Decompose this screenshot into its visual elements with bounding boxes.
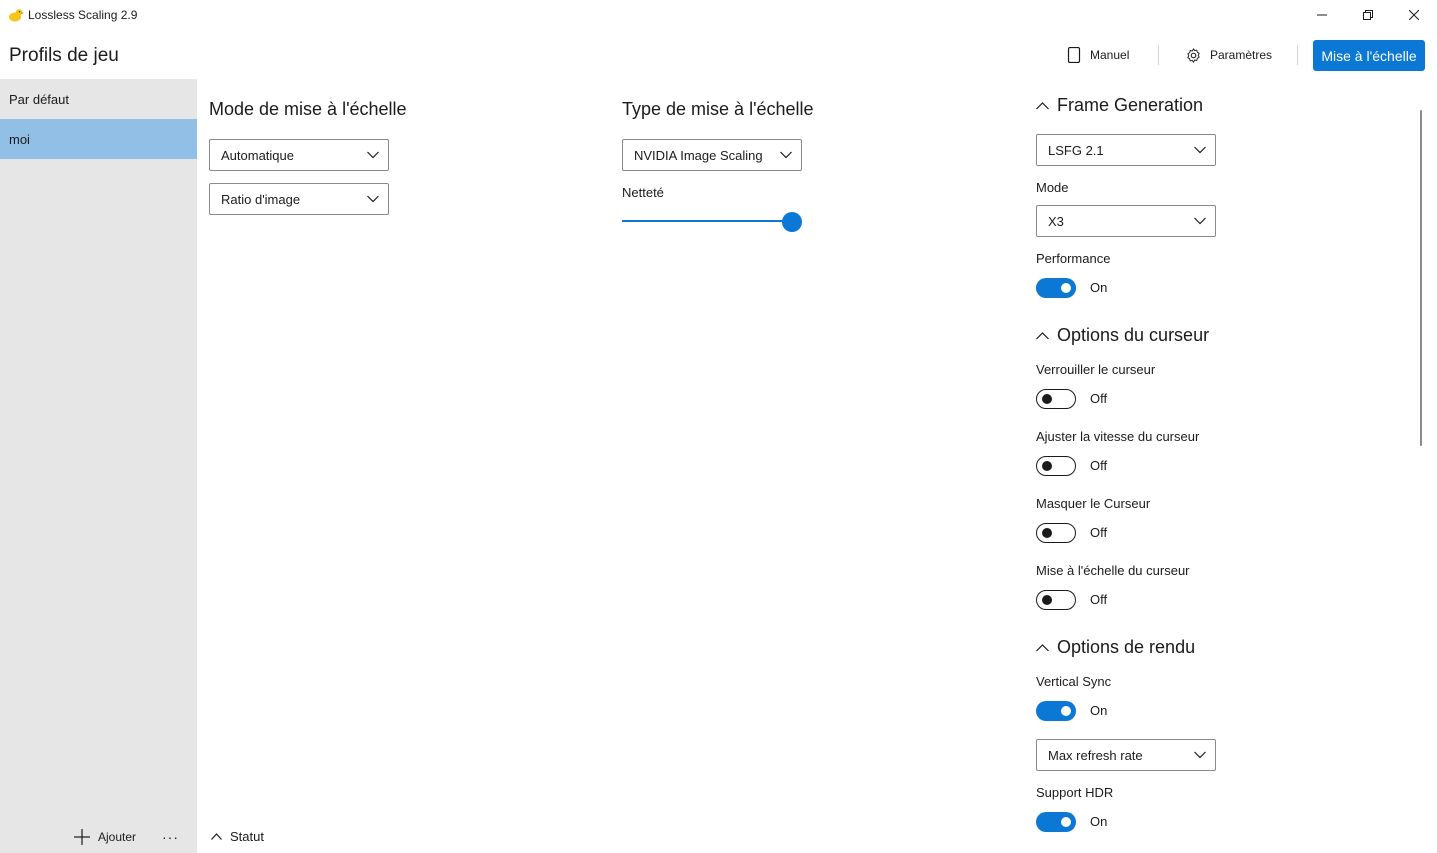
refresh-rate-value: Max refresh rate (1048, 747, 1143, 763)
cursor-speed-label: Ajuster la vitesse du curseur (1036, 429, 1200, 444)
profile-item-moi[interactable]: moi (0, 119, 197, 159)
render-options-expander[interactable]: Options de rendu (1036, 637, 1195, 658)
profile-item-default[interactable]: Par défaut (0, 79, 197, 119)
scaling-type-title: Type de mise à l'échelle (622, 99, 814, 119)
hdr-state: On (1090, 814, 1108, 829)
profile-item-label: Par défaut (9, 91, 69, 107)
aspect-ratio-value: Ratio d'image (221, 191, 301, 207)
frame-gen-mode-value: X3 (1048, 213, 1064, 229)
hide-cursor-toggle[interactable] (1036, 523, 1076, 543)
scale-button[interactable]: Mise à l'échelle (1313, 40, 1425, 71)
chevron-up-icon (1036, 643, 1049, 651)
add-profile-label: Ajouter (98, 830, 137, 844)
performance-toggle[interactable] (1036, 278, 1076, 298)
cursor-scale-toggle[interactable] (1036, 590, 1076, 610)
settings-label: Paramètres (1210, 48, 1273, 62)
scaling-mode-title: Mode de mise à l'échelle (209, 99, 407, 119)
lock-cursor-toggle[interactable] (1036, 389, 1076, 409)
chevron-down-icon (367, 195, 379, 203)
vsync-label: Vertical Sync (1036, 674, 1112, 689)
lock-cursor-label: Verrouiller le curseur (1036, 362, 1156, 377)
hide-cursor-state: Off (1090, 525, 1108, 540)
refresh-rate-combo[interactable]: Max refresh rate (1036, 739, 1216, 771)
chevron-down-icon (1194, 751, 1206, 759)
frame-gen-version-value: LSFG 2.1 (1048, 142, 1104, 158)
more-options-button[interactable]: ··· (162, 829, 179, 845)
cursor-scale-state: Off (1090, 592, 1108, 607)
toggle-knob (1042, 461, 1052, 471)
profiles-title: Profils de jeu (9, 45, 119, 66)
scaling-type-value: NVIDIA Image Scaling (634, 147, 763, 163)
chevron-down-icon (1194, 217, 1206, 225)
scaling-type-combo[interactable]: NVIDIA Image Scaling (622, 139, 802, 171)
cursor-scale-label: Mise à l'échelle du curseur (1036, 563, 1190, 578)
cursor-speed-toggle[interactable] (1036, 456, 1076, 476)
chevron-down-icon (780, 151, 792, 159)
status-label: Statut (230, 829, 264, 844)
scaling-mode-value: Automatique (221, 147, 294, 163)
settings-button[interactable]: Paramètres (1185, 44, 1272, 66)
plus-icon (74, 829, 90, 845)
toggle-knob (1061, 817, 1071, 827)
chevron-down-icon (367, 151, 379, 159)
restore-icon (1363, 10, 1373, 20)
close-button[interactable] (1391, 0, 1437, 30)
frame-generation-expander[interactable]: Frame Generation (1036, 95, 1203, 116)
chevron-up-icon (1036, 101, 1049, 109)
render-options-title: Options de rendu (1057, 637, 1196, 657)
sharpness-slider-thumb[interactable] (782, 212, 802, 232)
sharpness-label: Netteté (622, 185, 664, 200)
duck-app-icon (9, 9, 24, 22)
manual-button[interactable]: Manuel (1067, 44, 1129, 66)
cursor-options-expander[interactable]: Options du curseur (1036, 325, 1209, 346)
performance-label: Performance (1036, 251, 1111, 266)
frame-generation-title: Frame Generation (1057, 95, 1204, 115)
frame-gen-version-combo[interactable]: LSFG 2.1 (1036, 134, 1216, 166)
vertical-scrollbar[interactable] (1420, 110, 1422, 446)
toggle-knob (1061, 706, 1071, 716)
chevron-up-icon (1036, 331, 1049, 339)
add-profile-button[interactable]: Ajouter (74, 829, 136, 845)
performance-state: On (1090, 280, 1108, 295)
cursor-options-title: Options du curseur (1057, 325, 1210, 345)
toggle-knob (1042, 394, 1052, 404)
minimize-icon (1317, 14, 1327, 16)
lock-cursor-state: Off (1090, 391, 1108, 406)
gear-icon (1187, 47, 1200, 63)
app-title: Lossless Scaling 2.9 (28, 8, 138, 22)
sharpness-slider-track[interactable] (622, 220, 797, 222)
vsync-state: On (1090, 703, 1108, 718)
header-divider (1297, 45, 1298, 65)
scaling-mode-combo[interactable]: Automatique (209, 139, 389, 171)
profile-item-label: moi (9, 131, 30, 147)
frame-gen-mode-label: Mode (1036, 180, 1069, 195)
minimize-button[interactable] (1299, 0, 1345, 30)
profiles-sidebar: Par défaut moi (0, 79, 197, 853)
vsync-toggle[interactable] (1036, 701, 1076, 721)
aspect-ratio-combo[interactable]: Ratio d'image (209, 183, 389, 215)
toggle-knob (1061, 283, 1071, 293)
status-expander[interactable]: Statut (211, 829, 264, 844)
manual-label: Manuel (1090, 48, 1130, 62)
cursor-speed-state: Off (1090, 458, 1108, 473)
hdr-label: Support HDR (1036, 785, 1114, 800)
toggle-knob (1042, 528, 1052, 538)
close-icon (1409, 10, 1419, 20)
hide-cursor-label: Masquer le Curseur (1036, 496, 1151, 511)
frame-gen-mode-combo[interactable]: X3 (1036, 205, 1216, 237)
book-icon (1067, 47, 1081, 63)
restore-button[interactable] (1345, 0, 1391, 30)
chevron-down-icon (1194, 146, 1206, 154)
hdr-toggle[interactable] (1036, 812, 1076, 832)
chevron-up-icon (211, 833, 222, 840)
title-bar: Lossless Scaling 2.9 (0, 0, 1437, 30)
toggle-knob (1042, 595, 1052, 605)
header-divider (1158, 45, 1159, 65)
